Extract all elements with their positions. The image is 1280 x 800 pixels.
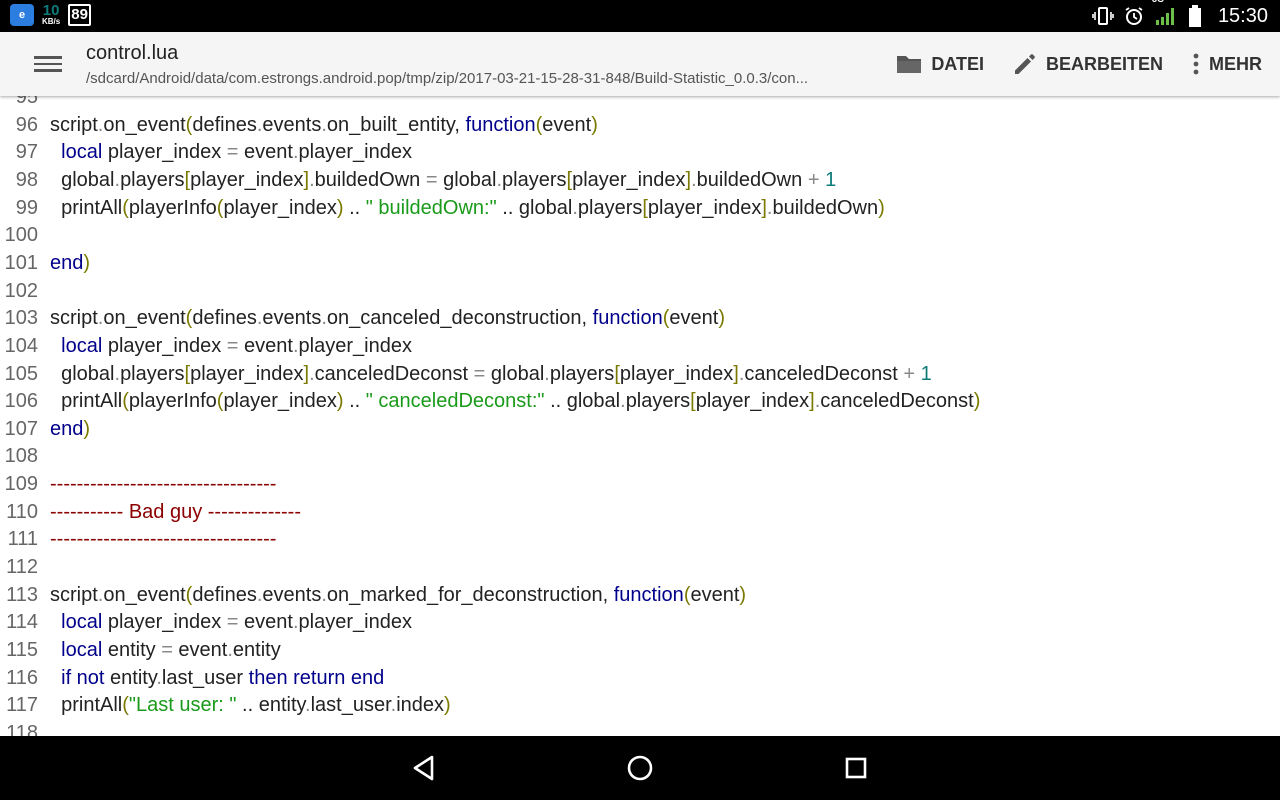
line-number: 101 xyxy=(4,251,38,274)
battery-icon xyxy=(1188,5,1202,27)
network-speed-value: 10 xyxy=(42,2,60,19)
code-text: if not entity.last_user then return end xyxy=(61,666,385,689)
line-number: 96 xyxy=(15,113,38,136)
code-text: printAll(playerInfo(player_index) .. " b… xyxy=(50,196,885,219)
network-speed-unit: KB/s xyxy=(42,17,61,26)
bearbeiten-button[interactable]: BEARBEITEN xyxy=(1002,51,1181,77)
mehr-button[interactable]: MEHR xyxy=(1181,52,1280,76)
line-number: 99 xyxy=(15,196,38,219)
es-explorer-notification-icon: e xyxy=(10,3,34,26)
code-text: local player_index = event.player_index xyxy=(61,334,412,357)
file-path: /sdcard/Android/data/com.estrongs.androi… xyxy=(86,70,809,87)
code-text: script.on_event(defines.events.on_cancel… xyxy=(50,307,725,330)
pencil-icon xyxy=(1012,51,1038,77)
code-text: global.players[player_index].canceledDec… xyxy=(50,362,932,385)
navigation-bar xyxy=(0,736,1280,800)
line-number: 106 xyxy=(4,390,38,413)
clock: 15:30 xyxy=(1217,4,1268,27)
code-text: ---------------------------------- xyxy=(50,528,277,551)
file-title: control.lua xyxy=(86,42,179,64)
line-number: 95 xyxy=(15,96,38,108)
line-number: 112 xyxy=(6,556,38,579)
code-text: end) xyxy=(50,417,91,440)
line-number: 117 xyxy=(6,694,38,717)
code-text: script.on_event(defines.events.on_marked… xyxy=(50,583,747,606)
line-number: 97 xyxy=(15,141,38,164)
code-text: ----------- Bad guy -------------- xyxy=(50,500,302,523)
app-bar: control.lua /sdcard/Android/data/com.est… xyxy=(0,32,1280,96)
line-number: 111 xyxy=(7,528,38,551)
more-vert-icon xyxy=(1191,52,1201,76)
line-number: 110 xyxy=(6,500,38,523)
bearbeiten-label: BEARBEITEN xyxy=(1045,53,1163,74)
folder-icon xyxy=(895,52,923,76)
line-number: 102 xyxy=(4,279,38,302)
code-text: script.on_event(defines.events.on_built_… xyxy=(50,113,598,136)
line-number: 104 xyxy=(4,334,38,357)
code-text: global.players[player_index].buildedOwn … xyxy=(50,168,837,191)
code-text: local entity = event.entity xyxy=(61,639,281,661)
line-number: 114 xyxy=(6,611,38,634)
code-text: end) xyxy=(50,251,91,274)
datei-label: DATEI xyxy=(931,53,984,74)
line-number: 107 xyxy=(4,417,38,440)
line-number: 103 xyxy=(4,307,38,330)
back-icon[interactable] xyxy=(406,750,442,786)
signal-icon: 3G xyxy=(1152,0,1178,26)
home-icon[interactable] xyxy=(622,750,658,786)
network-speed: 10 KB/s xyxy=(42,3,60,26)
line-number: 115 xyxy=(6,639,38,661)
menu-icon[interactable] xyxy=(34,52,62,76)
datei-button[interactable]: DATEI xyxy=(885,52,1002,76)
notification-badge: 89 xyxy=(68,3,91,26)
code-text: local player_index = event.player_index xyxy=(61,141,412,164)
line-number: 118 xyxy=(6,721,38,736)
line-number: 116 xyxy=(6,666,38,689)
line-number: 113 xyxy=(6,583,38,606)
line-number: 100 xyxy=(4,224,38,247)
code-text: local player_index = event.player_index xyxy=(61,611,412,634)
code-text: printAll(playerInfo(player_index) .. " c… xyxy=(50,390,981,413)
line-number: 98 xyxy=(15,168,38,191)
network-type-label: 3G xyxy=(1152,0,1164,4)
mehr-label: MEHR xyxy=(1209,53,1262,74)
recents-icon[interactable] xyxy=(838,750,874,786)
code-text: printAll("Last user: " .. entity.last_us… xyxy=(50,694,451,717)
code-text: ---------------------------------- xyxy=(50,473,277,496)
line-number: 105 xyxy=(4,362,38,385)
code-editor[interactable]: 95 96 script.on_event(defines.events.on_bu… xyxy=(0,96,1280,736)
status-bar: e 10 KB/s 89 3G 15:30 xyxy=(0,0,1280,32)
alarm-icon xyxy=(1124,6,1144,26)
line-number: 108 xyxy=(4,445,38,468)
vibrate-icon xyxy=(1092,6,1114,26)
line-number: 109 xyxy=(4,473,38,496)
